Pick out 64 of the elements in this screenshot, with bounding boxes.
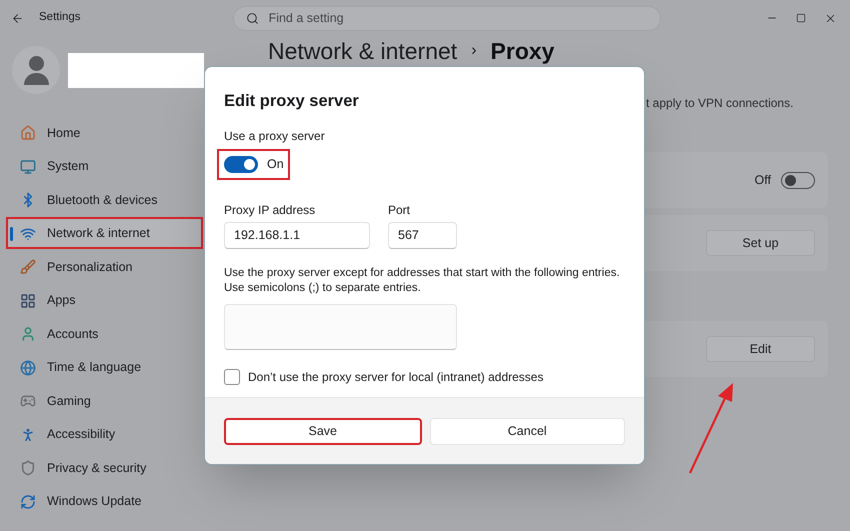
sidebar-item[interactable]: Network & internet <box>7 218 202 248</box>
toggle-state-label: Off <box>754 172 771 189</box>
toggle-state-label: On <box>267 156 284 173</box>
cancel-button[interactable]: Cancel <box>430 418 625 444</box>
sidebar-item[interactable]: Bluetooth & devices <box>7 185 202 215</box>
toggle-switch[interactable] <box>781 172 815 188</box>
refresh-icon <box>20 494 36 510</box>
sidebar-label: System <box>47 158 89 176</box>
sidebar-item[interactable]: Time & language <box>7 352 202 382</box>
save-button[interactable]: Save <box>224 418 422 444</box>
sidebar-item[interactable]: Accounts <box>7 319 202 349</box>
house-icon <box>20 125 36 141</box>
brush-icon <box>20 259 36 275</box>
monitor-icon <box>20 158 36 174</box>
sidebar-label: Gaming <box>47 392 91 410</box>
text-field[interactable]: 192.168.1.1 <box>224 222 370 249</box>
sidebar-item[interactable]: Personalization <box>7 252 202 282</box>
sidebar-item[interactable]: System <box>7 152 202 182</box>
sidebar-label: Time & language <box>47 359 142 376</box>
dialog-title: Edit proxy server <box>224 91 360 112</box>
avatar <box>12 46 60 94</box>
back-icon[interactable] <box>11 12 24 24</box>
checkbox[interactable] <box>224 368 240 385</box>
field-label: Port <box>388 202 412 219</box>
card-action-button[interactable]: Edit <box>706 336 815 362</box>
checkbox-label: Don’t use the proxy server for local (intranet) addresses <box>248 368 544 386</box>
breadcrumb-separator: › <box>471 40 477 60</box>
text-field[interactable]: 567 <box>388 222 457 249</box>
page-title: Proxy <box>490 38 554 64</box>
toggle-switch[interactable] <box>224 156 258 173</box>
search-placeholder: Find a setting <box>268 10 344 27</box>
shield-icon <box>20 460 36 476</box>
search-icon <box>246 12 259 24</box>
sidebar-item[interactable]: Gaming <box>7 386 202 416</box>
sidebar-item[interactable]: Accessibility <box>7 420 202 450</box>
description-text: Use the proxy server except for addresses that start with the following entries. <box>224 266 621 281</box>
window-title: Settings <box>39 10 81 26</box>
note-text: t apply to VPN connections. <box>646 95 794 112</box>
gamepad-icon <box>20 393 36 409</box>
sidebar-label: Personalization <box>47 258 132 276</box>
sidebar-label: Accounts <box>47 326 98 343</box>
globe-icon <box>20 360 36 376</box>
description-text: Use semicolons (;) to separate entries. <box>224 280 422 296</box>
sidebar-label: Privacy & security <box>47 460 146 477</box>
apps-grid-icon <box>20 292 36 308</box>
field-label: Proxy IP address <box>224 202 316 219</box>
sidebar-label: Bluetooth & devices <box>47 192 158 209</box>
sidebar-item[interactable]: Apps <box>7 286 202 316</box>
toggle-label: Use a proxy server <box>224 128 326 145</box>
sidebar-label: Accessibility <box>47 426 116 444</box>
person-icon <box>20 326 36 342</box>
sidebar-label: Windows Update <box>47 493 142 510</box>
maximize-icon[interactable] <box>796 13 806 23</box>
sidebar-label: Apps <box>47 292 76 310</box>
card-action-button[interactable]: Set up <box>706 230 815 256</box>
breadcrumb-link[interactable]: Network & internet <box>268 38 458 64</box>
sidebar-item[interactable]: Home <box>7 118 202 148</box>
exceptions-field[interactable] <box>224 304 457 350</box>
search-field[interactable]: Find a setting <box>232 6 661 30</box>
sidebar-item[interactable]: Privacy & security <box>7 453 202 483</box>
sidebar-label: Network & internet <box>47 225 150 242</box>
wifi-icon <box>20 226 36 242</box>
sidebar-item[interactable]: Windows Update <box>7 486 202 516</box>
sidebar-label: Home <box>47 124 80 142</box>
